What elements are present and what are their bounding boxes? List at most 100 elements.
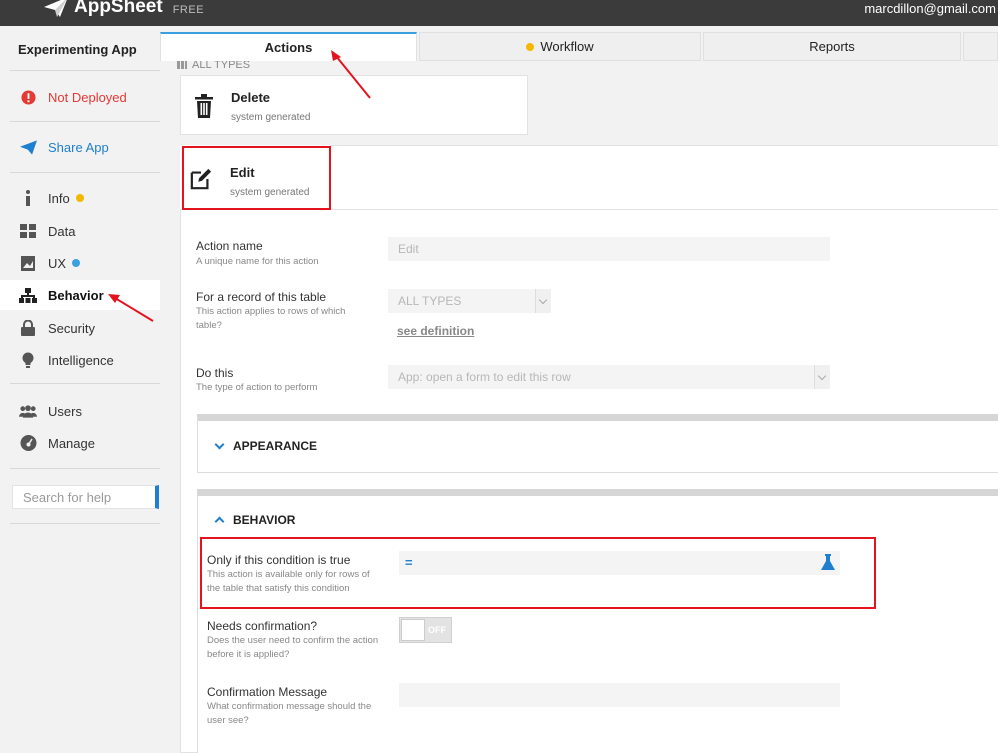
trash-icon [195, 94, 213, 118]
deploy-status[interactable]: Not Deployed [0, 82, 160, 112]
sidebar-item-intelligence[interactable]: Intelligence [0, 345, 160, 375]
action-card-edit[interactable]: Edit system generated [180, 145, 330, 209]
alert-icon [19, 88, 37, 106]
app-name: Experimenting App [18, 42, 137, 57]
confirm-message-label: Confirmation Message [207, 685, 328, 699]
sidebar-item-info[interactable]: Info [0, 183, 160, 213]
confirmation-label: Needs confirmation? [207, 619, 318, 633]
record-table-hint: This action applies to rows of which tab… [196, 306, 346, 331]
lightbulb-icon [19, 351, 37, 369]
tab-bar: Actions Workflow Reports [160, 26, 998, 61]
sidebar-item-ux[interactable]: UX [0, 248, 160, 278]
expression-equals: = [405, 555, 413, 570]
appsheet-logo[interactable]: AppSheet FREE [44, 0, 204, 18]
lock-icon [19, 319, 37, 337]
tab-label: Actions [264, 40, 313, 55]
sidebar-item-security[interactable]: Security [0, 313, 160, 343]
see-definition-link[interactable]: see definition [397, 324, 474, 338]
action-subtitle: system generated [231, 112, 311, 123]
send-icon [19, 138, 37, 156]
sidebar-item-behavior[interactable]: Behavior [0, 280, 160, 310]
do-this-label: Do this [196, 366, 234, 380]
divider [181, 209, 998, 210]
appearance-section: APPEARANCE [197, 414, 998, 473]
action-title: Edit [230, 165, 255, 180]
action-card-delete[interactable]: Delete system generated [180, 75, 528, 135]
behavior-section: BEHAVIOR Only if this condition is true … [197, 489, 998, 753]
action-title: Delete [231, 90, 271, 105]
deploy-status-label: Not Deployed [48, 89, 127, 105]
behavior-toggle[interactable]: BEHAVIOR [214, 513, 296, 527]
divider [10, 172, 160, 173]
tab-workflow[interactable]: Workflow [419, 32, 701, 61]
condition-hint: This action is available only for rows o… [207, 569, 370, 594]
action-type-select[interactable]: App: open a form to edit this row [388, 365, 830, 389]
plan-badge: FREE [172, 4, 205, 16]
info-status-dot [75, 194, 84, 202]
divider [10, 70, 160, 71]
flask-icon[interactable] [821, 554, 835, 571]
action-name-hint: A unique name for this action [196, 256, 319, 267]
top-bar: AppSheet FREE marcdillon@gmail.com [0, 0, 998, 26]
action-name-label: Action name [196, 239, 263, 253]
workflow-status-dot [526, 42, 535, 51]
help-search-input[interactable]: Search for help [12, 485, 159, 509]
group-label: ALL TYPES [192, 61, 251, 71]
ux-status-dot [72, 259, 81, 267]
sidebar-item-label: Users [48, 403, 82, 419]
action-type-value: App: open a form to edit this row [398, 370, 571, 384]
record-table-label: For a record of this table [196, 290, 327, 304]
sidebar-item-label: Data [48, 223, 76, 239]
share-app-button[interactable]: Share App [0, 132, 160, 162]
appearance-toggle[interactable]: APPEARANCE [214, 439, 318, 453]
do-this-hint: The type of action to perform [196, 382, 318, 393]
tab-more[interactable] [963, 32, 998, 61]
sidebar-item-label: Security [48, 320, 95, 336]
sidebar-item-manage[interactable]: Manage [0, 428, 160, 458]
grid-icon [177, 61, 187, 69]
chevron-down-icon [214, 439, 225, 449]
divider [10, 121, 160, 122]
action-subtitle: system generated [230, 187, 310, 198]
group-header: ALL TYPES [177, 61, 250, 71]
confirm-message-input[interactable] [399, 683, 840, 707]
share-app-label: Share App [48, 139, 109, 155]
sidebar-item-label: Manage [48, 435, 95, 451]
section-title: BEHAVIOR [233, 513, 296, 527]
users-icon [19, 402, 37, 420]
confirmation-toggle[interactable]: OFF [399, 617, 452, 643]
tab-label: Reports [809, 39, 855, 54]
sidebar: Experimenting App Not Deployed Share App… [0, 26, 160, 753]
toggle-state: OFF [428, 625, 446, 635]
tab-reports[interactable]: Reports [703, 32, 961, 61]
sidebar-item-label: Intelligence [48, 352, 114, 368]
dashboard-gauge-icon [19, 434, 37, 452]
condition-expression-input[interactable]: = [399, 551, 840, 575]
sidebar-item-label: Behavior [48, 287, 104, 303]
chevron-down-icon [814, 365, 830, 389]
edit-pencil-icon [190, 168, 212, 190]
divider [10, 383, 160, 384]
condition-label: Only if this condition is true [207, 553, 351, 567]
image-icon [19, 254, 37, 272]
confirmation-hint: Does the user need to confirm the action… [207, 635, 379, 660]
chevron-down-icon [535, 289, 551, 313]
paper-plane-logo-icon [44, 0, 67, 17]
actions-panel: ALL TYPES Delete system generated Edit s… [160, 61, 998, 753]
user-account[interactable]: marcdillon@gmail.com [864, 1, 996, 16]
tab-label: Workflow [540, 39, 594, 54]
toggle-knob [401, 619, 425, 641]
sidebar-item-users[interactable]: Users [0, 396, 160, 426]
table-grid-icon [19, 222, 37, 240]
action-name-input[interactable]: Edit [388, 237, 830, 261]
tab-actions[interactable]: Actions [160, 32, 417, 61]
chevron-up-icon [214, 516, 225, 527]
section-title: APPEARANCE [233, 439, 318, 453]
edit-action-panel: Edit system generated Action name A uniq… [180, 145, 998, 753]
info-icon [19, 189, 37, 207]
brand-name: AppSheet [74, 0, 163, 17]
table-select[interactable]: ALL TYPES [388, 289, 551, 313]
sidebar-item-label: Info [48, 190, 70, 206]
divider [10, 523, 160, 524]
sidebar-item-data[interactable]: Data [0, 216, 160, 246]
